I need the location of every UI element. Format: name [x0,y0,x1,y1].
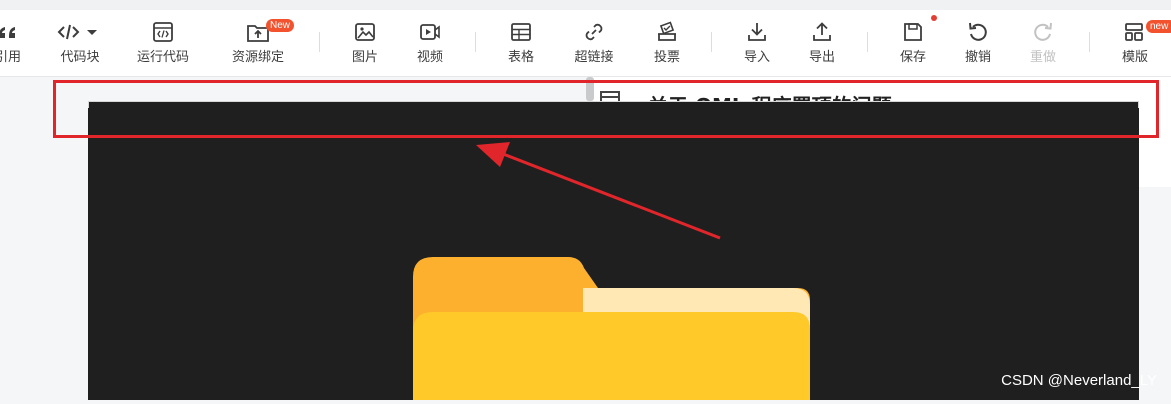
annotation-arrow [476,142,721,240]
watermark: CSDN @Neverland_LY [1001,372,1157,389]
